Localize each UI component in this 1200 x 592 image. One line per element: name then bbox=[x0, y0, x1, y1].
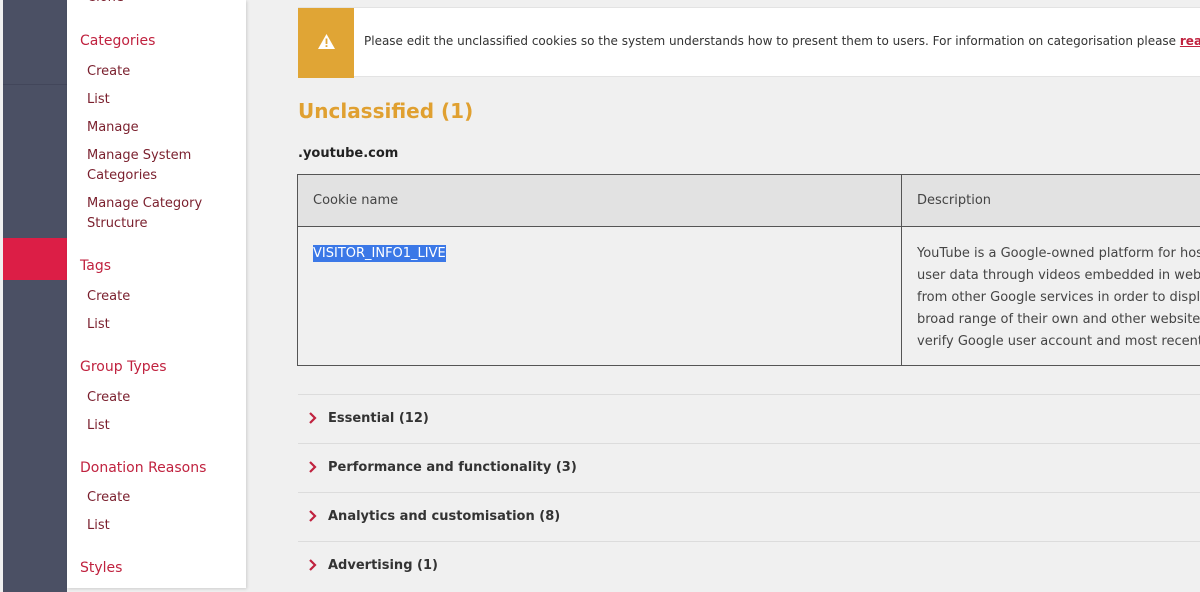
description-line: verify Google user account and most rece… bbox=[917, 334, 1200, 349]
submenu-item-manage-system-categories[interactable]: Manage System Categories bbox=[87, 146, 237, 186]
column-header-cookie-name: Cookie name bbox=[313, 193, 399, 208]
submenu-item-donation-reasons-create[interactable]: Create bbox=[87, 488, 237, 508]
column-divider bbox=[901, 175, 902, 365]
description-line: user data through videos embedded in web… bbox=[917, 268, 1200, 283]
icon-rail bbox=[3, 0, 67, 592]
chevron-right-icon bbox=[309, 510, 317, 522]
chevron-right-icon bbox=[309, 559, 317, 571]
cookie-category-accordion: Essential (12) Performance and functiona… bbox=[298, 394, 1200, 590]
settings-submenu: Clone Categories Create List Manage Mana… bbox=[67, 0, 246, 588]
submenu-item-tags-list[interactable]: List bbox=[87, 315, 237, 335]
alert-read-more-link[interactable]: read this a bbox=[1180, 34, 1200, 48]
rail-active-item[interactable] bbox=[3, 238, 67, 280]
warning-triangle-icon bbox=[318, 34, 335, 49]
submenu-heading-categories: Categories bbox=[80, 33, 156, 49]
submenu-item-categories-list[interactable]: List bbox=[87, 90, 237, 110]
submenu-heading-styles: Styles bbox=[80, 560, 123, 576]
alert-message-text: Please edit the unclassified cookies so … bbox=[364, 34, 1180, 48]
alert-message: Please edit the unclassified cookies so … bbox=[364, 34, 1200, 48]
description-line: broad range of their own and other websi… bbox=[917, 312, 1200, 327]
unclassified-cookie-table: Cookie name Description VISITOR_INFO1_LI… bbox=[297, 174, 1200, 366]
submenu-item-categories-manage[interactable]: Manage bbox=[87, 118, 237, 138]
unclassified-warning-alert: Please edit the unclassified cookies so … bbox=[298, 7, 1200, 78]
submenu-item-group-types-create[interactable]: Create bbox=[87, 388, 237, 408]
submenu-item-donation-reasons-list[interactable]: List bbox=[87, 516, 237, 536]
cookie-name-cell[interactable]: VISITOR_INFO1_LIVE bbox=[313, 245, 446, 262]
accordion-label: Essential (12) bbox=[328, 411, 429, 426]
accordion-label: Performance and functionality (3) bbox=[328, 460, 577, 475]
accordion-label: Analytics and customisation (8) bbox=[328, 509, 561, 524]
submenu-item-manage-category-structure[interactable]: Manage Category Structure bbox=[87, 194, 237, 234]
cookie-domain-label: .youtube.com bbox=[298, 146, 399, 161]
chevron-right-icon bbox=[309, 412, 317, 424]
accordion-advertising[interactable]: Advertising (1) bbox=[298, 541, 1200, 590]
submenu-heading-donation-reasons: Donation Reasons bbox=[80, 460, 207, 476]
submenu-item-tags-create[interactable]: Create bbox=[87, 287, 237, 307]
cookie-description-cell: YouTube is a Google-owned platform for h… bbox=[917, 243, 1200, 353]
submenu-heading-group-types: Group Types bbox=[80, 359, 167, 375]
accordion-analytics-customisation[interactable]: Analytics and customisation (8) bbox=[298, 492, 1200, 541]
unclassified-title: Unclassified (1) bbox=[298, 99, 474, 123]
submenu-item-group-types-list[interactable]: List bbox=[87, 416, 237, 436]
accordion-performance-functionality[interactable]: Performance and functionality (3) bbox=[298, 443, 1200, 492]
alert-icon-box bbox=[298, 8, 354, 78]
column-header-description: Description bbox=[917, 193, 992, 208]
submenu-item-categories-create[interactable]: Create bbox=[87, 62, 237, 82]
accordion-label: Advertising (1) bbox=[328, 558, 438, 573]
description-line: from other Google services in order to d… bbox=[917, 290, 1200, 305]
accordion-essential[interactable]: Essential (12) bbox=[298, 394, 1200, 443]
submenu-heading-tags: Tags bbox=[80, 258, 111, 274]
chevron-right-icon bbox=[309, 461, 317, 473]
description-line: YouTube is a Google-owned platform for h… bbox=[917, 246, 1200, 261]
rail-divider bbox=[3, 84, 67, 85]
submenu-item-clone[interactable]: Clone bbox=[87, 0, 237, 8]
cookie-table-header: Cookie name Description bbox=[298, 175, 1200, 227]
